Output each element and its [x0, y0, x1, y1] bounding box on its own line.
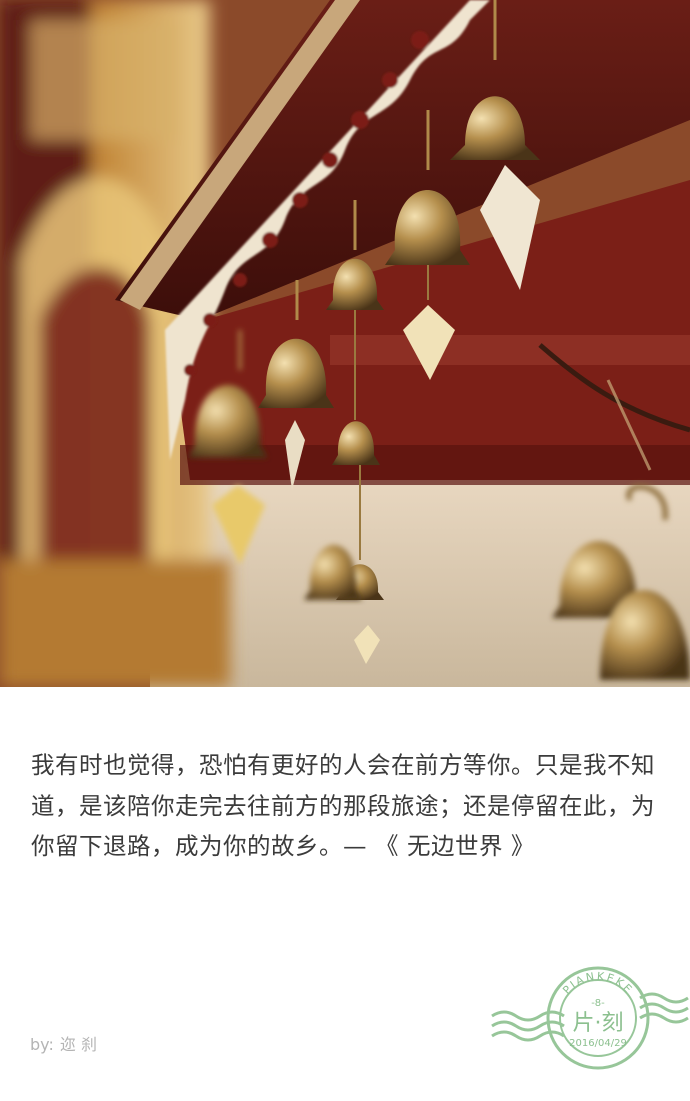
hero-photo-temple-bells [0, 0, 690, 687]
bells-illustration [0, 0, 690, 687]
postmark-icon: PIANKEKE -8- 片·刻 2016/04/29 [491, 966, 689, 1070]
stamp-brand-cn: 片·刻 [573, 1011, 624, 1036]
svg-text:-8-: -8- [591, 998, 605, 1009]
postmark-stamp: PIANKEKE -8- 片·刻 2016/04/29 [490, 958, 690, 1078]
byline-label: by: [30, 1035, 54, 1054]
quote-text: 我有时也觉得，恐怕有更好的人会在前方等你。只是我不知道，是该陪你走完去往前方的那… [31, 751, 655, 860]
stamp-date: 2016/04/29 [569, 1038, 627, 1049]
author-byline: by: 迩 刹 [30, 1031, 103, 1055]
byline-author: 迩 刹 [59, 1035, 97, 1054]
